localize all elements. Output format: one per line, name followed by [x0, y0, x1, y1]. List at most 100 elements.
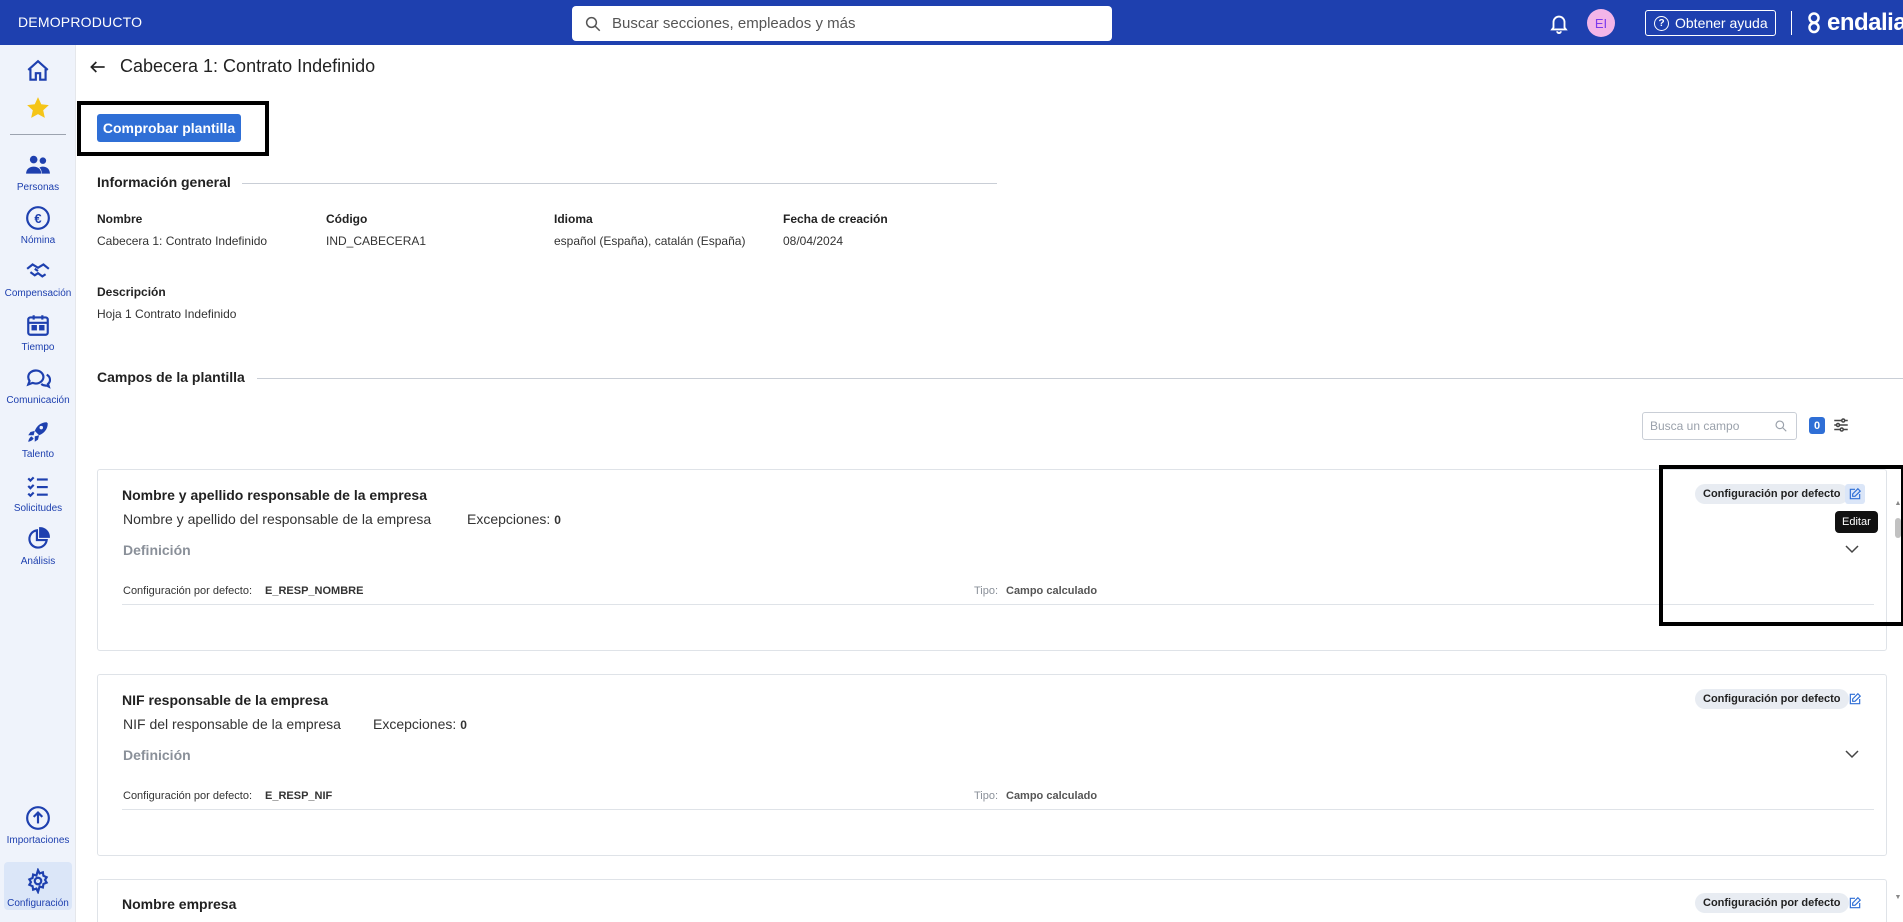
- sidebar-item-personas[interactable]: Personas: [0, 152, 76, 193]
- chat-icon: [26, 369, 51, 389]
- edit-button[interactable]: [1845, 689, 1865, 709]
- search-icon: [585, 16, 601, 31]
- sidebar-label-nomina: Nómina: [20, 235, 56, 246]
- definition-toggle[interactable]: Definición: [123, 747, 191, 763]
- sidebar-item-home[interactable]: [0, 58, 76, 84]
- scroll-down-arrow-icon[interactable]: ▼: [1894, 894, 1902, 902]
- exceptions-label: Excepciones:: [373, 716, 457, 732]
- sidebar-label-personas: Personas: [16, 182, 60, 193]
- card-divider: [122, 604, 1874, 605]
- field-exceptions: Excepciones: 0: [467, 511, 561, 527]
- default-config-label: Configuración por defecto:: [123, 585, 253, 597]
- default-config-value: E_RESP_NIF: [265, 790, 333, 802]
- default-config-value: E_RESP_NOMBRE: [265, 585, 364, 597]
- filter-count-badge: 0: [1809, 417, 1825, 434]
- sidebar-label-configuracion: Configuración: [7, 898, 69, 909]
- field-title: NIF responsable de la empresa: [122, 692, 329, 708]
- main-content: Cabecera 1: Contrato Indefinido Comproba…: [76, 45, 1903, 922]
- field-search[interactable]: [1642, 412, 1797, 440]
- pie-chart-icon: [28, 527, 50, 549]
- field-card: Nombre empresa Configuración por defecto: [97, 879, 1887, 922]
- language-value: español (España), catalán (España): [554, 234, 746, 248]
- field-description: Nombre y apellido del responsable de la …: [123, 511, 432, 527]
- sidebar-label-talento: Talento: [21, 449, 55, 460]
- page-title: Cabecera 1: Contrato Indefinido: [120, 56, 376, 76]
- default-config-chip: Configuración por defecto: [1695, 689, 1849, 709]
- sidebar-item-favorites[interactable]: [0, 95, 76, 121]
- bell-icon[interactable]: [1548, 12, 1570, 34]
- field-search-input[interactable]: [1650, 419, 1770, 433]
- back-arrow-icon[interactable]: [88, 57, 108, 77]
- user-avatar[interactable]: EI: [1587, 9, 1615, 37]
- description-value: Hoja 1 Contrato Indefinido: [97, 307, 237, 321]
- sidebar-item-configuracion[interactable]: Configuración: [4, 862, 72, 910]
- definition-toggle[interactable]: Definición: [123, 542, 191, 558]
- scroll-up-arrow-icon[interactable]: ▲: [1894, 500, 1902, 508]
- creation-date-label: Fecha de creación: [783, 212, 888, 226]
- sidebar-item-analisis[interactable]: Análisis: [0, 526, 76, 567]
- field-card: NIF responsable de la empresa NIF del re…: [97, 674, 1887, 856]
- sidebar-label-analisis: Análisis: [20, 556, 56, 567]
- field-title: Nombre empresa: [122, 896, 237, 912]
- scrollbar[interactable]: ▲ ▼: [1894, 500, 1902, 922]
- logo-text: endalia: [1827, 9, 1903, 36]
- code-label: Código: [326, 212, 368, 226]
- question-icon: ?: [1654, 15, 1669, 31]
- check-template-button[interactable]: Comprobar plantilla: [97, 114, 241, 142]
- field-card: Nombre y apellido responsable de la empr…: [97, 469, 1887, 651]
- global-search[interactable]: [572, 6, 1112, 41]
- rocket-icon: [28, 422, 48, 442]
- code-value: IND_CABECERA1: [326, 234, 427, 248]
- help-button[interactable]: ? Obtener ayuda: [1645, 10, 1776, 36]
- logo-mark-icon: [1808, 12, 1820, 34]
- section-divider: [257, 378, 1903, 379]
- section-title-general: Información general: [97, 174, 231, 190]
- sidebar-item-solicitudes[interactable]: Solicitudes: [0, 473, 76, 514]
- field-title: Nombre y apellido responsable de la empr…: [122, 487, 427, 503]
- sidebar-item-tiempo[interactable]: Tiempo: [0, 312, 76, 353]
- field-description: NIF del responsable de la empresa: [123, 716, 341, 732]
- language-label: Idioma: [554, 212, 593, 226]
- sidebar-label-comunicacion: Comunicación: [6, 395, 70, 406]
- description-label: Descripción: [97, 285, 166, 299]
- default-config-label: Configuración por defecto:: [123, 790, 253, 802]
- calendar-icon: [27, 315, 49, 336]
- global-search-input[interactable]: [612, 15, 1092, 32]
- sidebar-label-compensacion: Compensación: [4, 288, 72, 299]
- sidebar-item-importaciones[interactable]: Importaciones: [0, 805, 76, 846]
- edit-icon: [1849, 692, 1862, 705]
- sidebar-item-compensacion[interactable]: Compensación: [0, 258, 76, 299]
- section-title-fields: Campos de la plantilla: [97, 369, 245, 385]
- svg-text:€: €: [34, 211, 41, 226]
- people-icon: [26, 155, 50, 174]
- help-button-label: Obtener ayuda: [1675, 15, 1768, 31]
- company-name[interactable]: DEMOPRODUCTO: [18, 14, 142, 30]
- sidebar-separator: [10, 134, 66, 135]
- highlight-box-edit: [1659, 465, 1903, 626]
- sidebar-item-nomina[interactable]: € Nómina: [0, 205, 76, 246]
- sidebar-label-importaciones: Importaciones: [6, 835, 70, 846]
- card-divider: [122, 809, 1874, 810]
- default-config-chip: Configuración por defecto: [1695, 893, 1849, 913]
- home-icon: [27, 59, 49, 81]
- sidebar: Personas € Nómina Compensación Tiempo Co…: [0, 45, 76, 922]
- topbar-divider: [1791, 11, 1792, 35]
- field-exceptions: Excepciones: 0: [373, 716, 467, 732]
- sidebar-item-comunicacion[interactable]: Comunicación: [0, 365, 76, 406]
- chevron-down-icon[interactable]: [1843, 745, 1861, 763]
- exceptions-label: Excepciones:: [467, 511, 551, 527]
- search-icon: [1775, 420, 1787, 432]
- edit-icon: [1849, 896, 1862, 909]
- filter-sliders-icon[interactable]: [1832, 416, 1850, 434]
- checklist-icon: [27, 476, 48, 498]
- exceptions-value: 0: [460, 718, 467, 732]
- endalia-logo[interactable]: endalia: [1804, 9, 1903, 37]
- upload-icon: [26, 806, 50, 830]
- exceptions-value: 0: [554, 513, 561, 527]
- type-value: Campo calculado: [1006, 585, 1098, 597]
- edit-button[interactable]: [1845, 893, 1865, 913]
- scrollbar-thumb[interactable]: [1895, 518, 1901, 538]
- name-label: Nombre: [97, 212, 143, 226]
- star-icon: [27, 97, 49, 118]
- sidebar-item-talento[interactable]: Talento: [0, 419, 76, 460]
